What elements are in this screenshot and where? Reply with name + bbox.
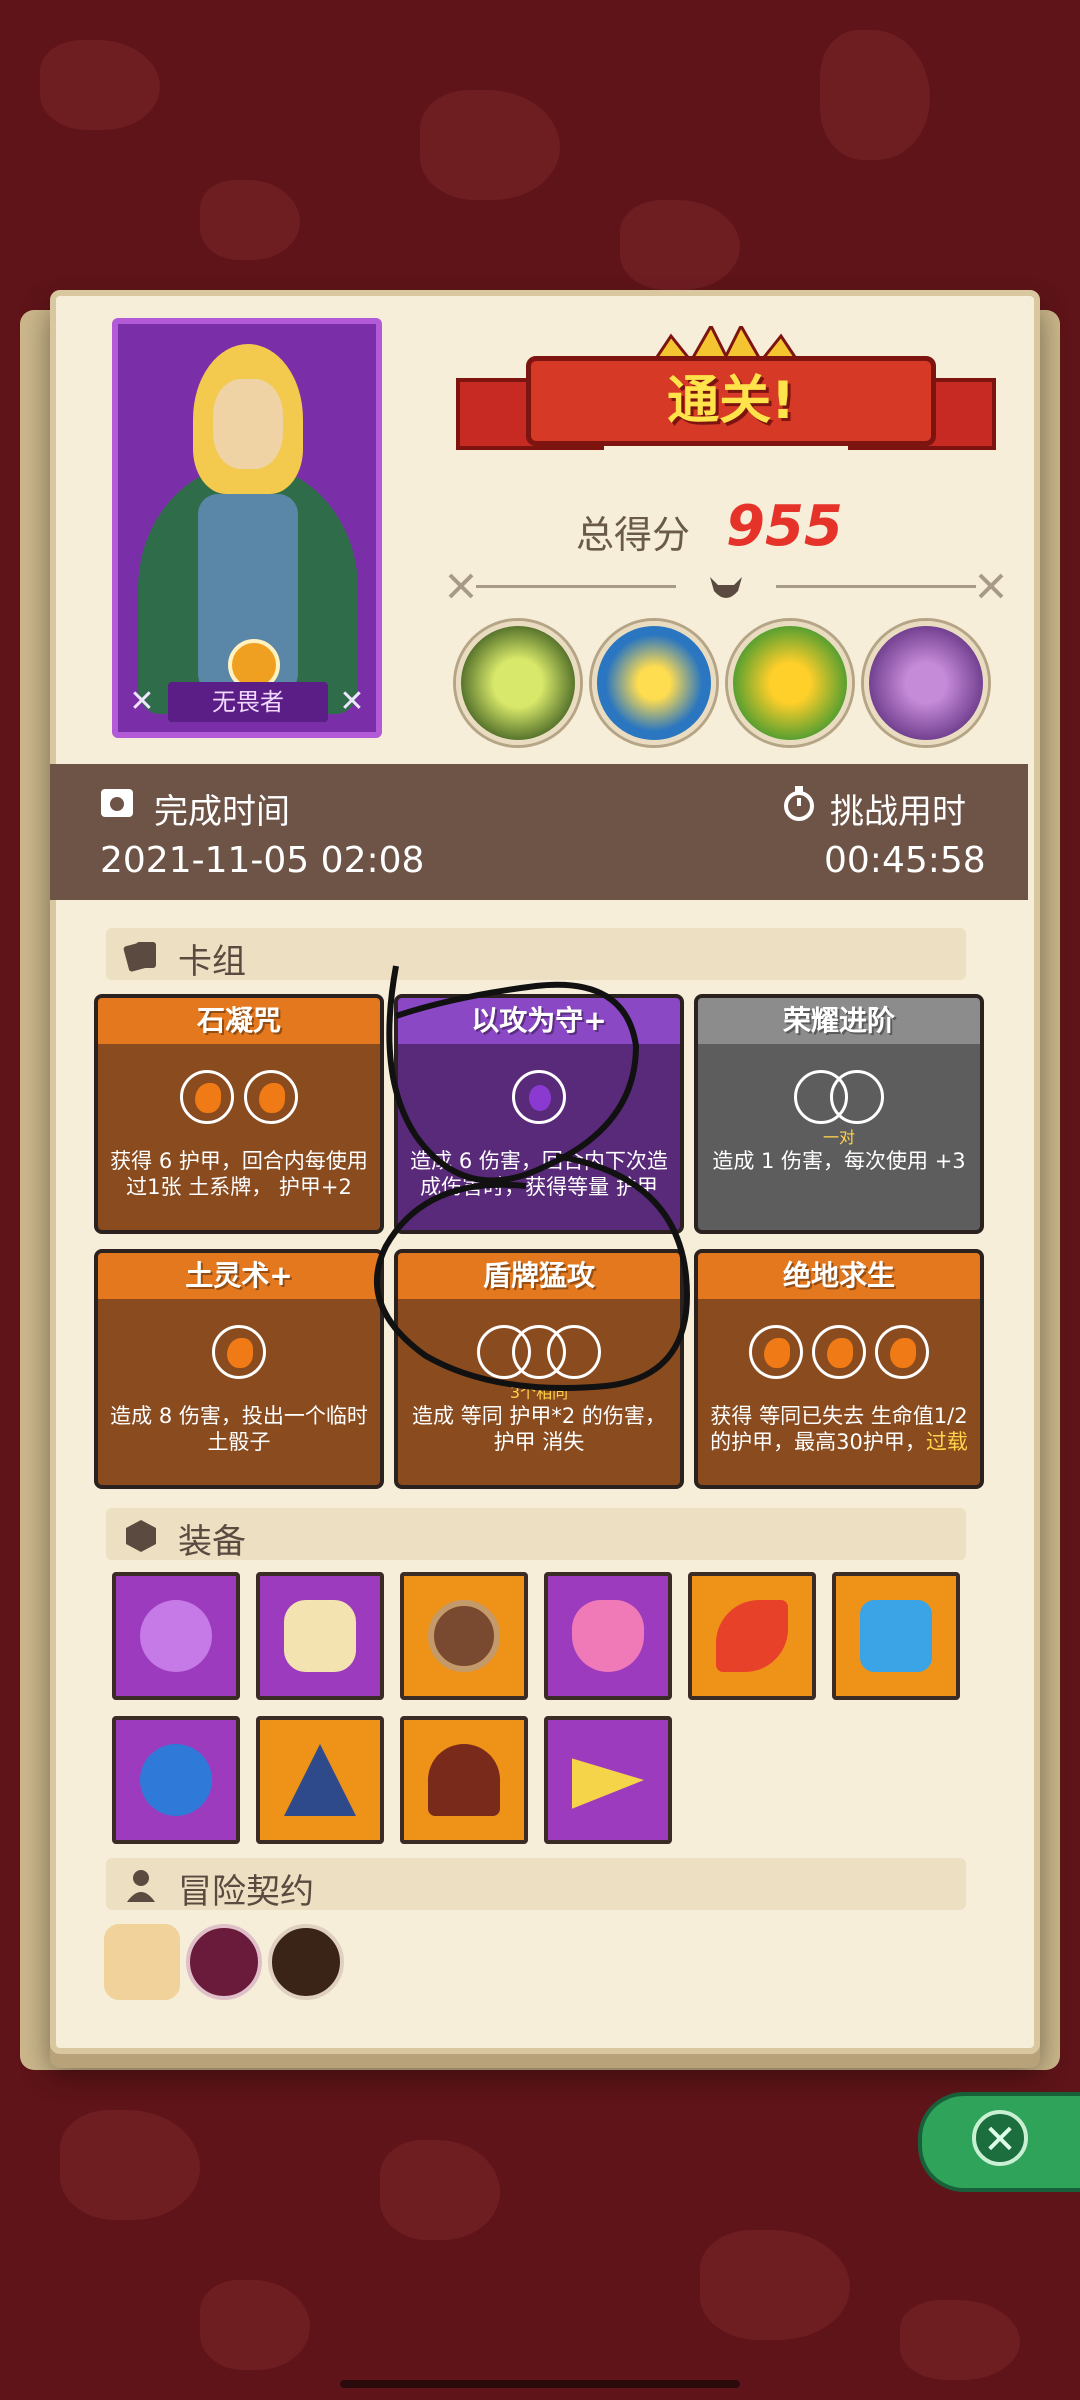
divider (446, 571, 1006, 601)
scroll-icon[interactable] (104, 1924, 180, 2000)
card-description: 获得 6 护甲，回合内每使用过1张 土系牌， 护甲+2 (110, 1149, 368, 1199)
duration-value: 00:45:58 (824, 840, 986, 881)
score-value: 955 (726, 494, 843, 559)
hero-name: 无畏者 (168, 682, 328, 722)
dino-skull-icon[interactable] (456, 621, 580, 745)
dice-icon[interactable] (186, 1924, 262, 2000)
duration-label: 挑战用时 (830, 792, 966, 832)
grape-dice-slot-icon (512, 1070, 566, 1124)
dice-slot-icon (547, 1325, 602, 1379)
close-button[interactable]: ✕ (918, 2092, 1080, 2192)
claws-icon[interactable] (256, 1572, 384, 1700)
close-icon: ✕ (972, 2110, 1028, 2166)
card-shield-bash[interactable]: 盾牌猛攻 3个相同 造成 等同 护甲*2 的伤害， 护甲 消失 (394, 1249, 684, 1489)
crystal-shield-icon[interactable] (832, 1572, 960, 1700)
contract-section-header: 冒险契约 (106, 1858, 966, 1912)
result-panel: ✕ ✕ 无畏者 通关! 总得分 955 完成时间 2021-11-05 02:0… (50, 290, 1040, 2054)
crossed-swords-icon (978, 573, 1004, 599)
blue-flame-icon[interactable] (112, 1716, 240, 1844)
card-requirement: 一对 (822, 1128, 855, 1147)
earth-dice-slot-icon (812, 1325, 866, 1379)
card-description: 造成 6 伤害，回合内下次造成伤害时，获得等量 护甲 (410, 1149, 668, 1199)
card-requirement: 3个相同 (509, 1383, 569, 1402)
card-stone-curse[interactable]: 石凝咒 获得 6 护甲，回合内每使用过1张 土系牌， 护甲+2 (94, 994, 384, 1234)
purple-dragon-icon[interactable] (864, 621, 988, 745)
card-title: 绝地求生 (698, 1253, 980, 1299)
card-description: 造成 等同 护甲*2 的伤害， 护甲 消失 (412, 1404, 666, 1454)
score-label: 总得分 (576, 513, 691, 557)
card-title: 荣耀进阶 (698, 998, 980, 1044)
person-icon (127, 1870, 155, 1902)
goblin-king-icon[interactable] (728, 621, 852, 745)
victory-banner: 通关! (456, 326, 996, 466)
calendar-icon (101, 789, 133, 817)
card-title: 石凝咒 (98, 998, 380, 1044)
feather-icon[interactable] (688, 1572, 816, 1700)
pipe-icon[interactable] (268, 1924, 344, 2000)
contract-section-title: 冒险契约 (178, 1872, 314, 1912)
dice-slot-icon (829, 1070, 884, 1124)
card-last-stand[interactable]: 绝地求生 获得 等同已失去 生命值1/2 的护甲，最高30护甲，过载 (694, 1249, 984, 1489)
info-bar: 完成时间 2021-11-05 02:08 挑战用时 00:45:58 (50, 764, 1028, 900)
hood-icon[interactable] (400, 1716, 528, 1844)
deck-section-title: 卡组 (178, 942, 246, 982)
card-description: 造成 8 伤害，投出一个临时土骰子 (110, 1404, 368, 1454)
card-attack-as-defense[interactable]: 以攻为守+ 造成 6 伤害，回合内下次造成伤害时，获得等量 护甲 (394, 994, 684, 1234)
bone-icon: ✕ (339, 684, 365, 719)
defeated-bosses (456, 621, 1016, 751)
earth-dice-slot-icon (243, 1070, 298, 1124)
earth-dice-slot-icon (180, 1070, 235, 1124)
equipment-section-header: 装备 (106, 1508, 966, 1562)
box-icon (126, 1520, 156, 1552)
card-title: 盾牌猛攻 (398, 1253, 680, 1299)
stopwatch-icon (784, 786, 814, 821)
crossed-swords-icon (448, 573, 474, 599)
cheese-icon[interactable] (544, 1716, 672, 1844)
card-earth-spirit[interactable]: 土灵术+ 造成 8 伤害，投出一个临时土骰子 (94, 1249, 384, 1489)
home-indicator[interactable] (340, 2380, 740, 2388)
crowned-beetle-icon[interactable] (592, 621, 716, 745)
earth-dice-slot-icon (212, 1325, 266, 1379)
score-row: 总得分 955 (576, 494, 896, 559)
ring-plate-icon[interactable] (400, 1572, 528, 1700)
card-description: 获得 等同已失去 生命值1/2 的护甲，最高30护甲，过载 (710, 1404, 968, 1454)
completion-label: 完成时间 (154, 792, 290, 832)
card-title: 土灵术+ (98, 1253, 380, 1299)
card-title: 以攻为守+ (398, 998, 680, 1044)
card-description: 造成 1 伤害，每次使用 +3 (712, 1149, 966, 1173)
bone-icon: ✕ (129, 684, 155, 719)
skull-horns-icon (710, 577, 742, 598)
earth-dice-slot-icon (748, 1325, 803, 1379)
earth-dice-slot-icon (875, 1325, 930, 1379)
potion-icon[interactable] (112, 1572, 240, 1700)
hero-portrait[interactable]: ✕ ✕ 无畏者 (112, 318, 382, 738)
completion-value: 2021-11-05 02:08 (100, 840, 425, 881)
cards-icon (123, 942, 156, 972)
overload-keyword: 过载 (925, 1430, 968, 1454)
victory-title: 通关! (667, 371, 795, 431)
hexagram-icon[interactable] (256, 1716, 384, 1844)
equipment-section-title: 装备 (178, 1522, 246, 1562)
heart-amulet-icon[interactable] (544, 1572, 672, 1700)
deck-section-header: 卡组 (106, 928, 966, 982)
card-glory-advance[interactable]: 荣耀进阶 一对 造成 1 伤害，每次使用 +3 (694, 994, 984, 1234)
